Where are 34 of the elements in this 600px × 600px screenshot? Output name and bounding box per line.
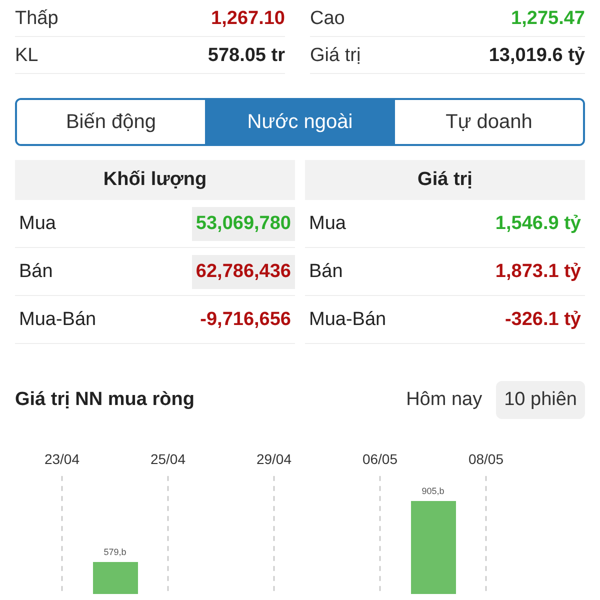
- stat-label: Cao: [310, 8, 345, 30]
- stat-label: KL: [15, 45, 38, 67]
- date-label: 06/05: [362, 451, 398, 467]
- row-label: Mua: [19, 212, 56, 234]
- row-label: Mua-Bán: [19, 308, 96, 330]
- row-value: 53,069,780: [192, 206, 295, 240]
- date-label: 23/04: [44, 451, 80, 467]
- tab[interactable]: Nước ngoài: [205, 100, 394, 144]
- period-toggle[interactable]: 10 phiên: [496, 381, 585, 419]
- date-label: 29/04: [256, 451, 292, 467]
- row-value: 1,873.1 tỷ: [494, 260, 582, 284]
- row-value: 62,786,436: [192, 254, 295, 288]
- date-label: 25/04: [150, 451, 186, 467]
- row-value: 1,546.9 tỷ: [494, 212, 582, 236]
- bar: [93, 562, 138, 594]
- section-title: Giá trị NN mua ròng: [15, 389, 194, 411]
- row-label: Bán: [309, 260, 343, 282]
- table-header: Giá trị: [305, 160, 585, 200]
- bar-value-label: 579,b: [104, 547, 126, 557]
- row-value: -9,716,656: [199, 308, 292, 332]
- stat-label: Giá trị: [310, 45, 361, 67]
- row-value: -326.1 tỷ: [504, 308, 582, 332]
- row-label: Mua-Bán: [309, 308, 386, 330]
- tab[interactable]: Tự doanh: [394, 100, 583, 144]
- date-label: 08/05: [468, 451, 504, 467]
- bar-value-label: 905,b: [422, 486, 444, 496]
- stat-value: 1,267.10: [211, 8, 285, 30]
- row-label: Bán: [19, 260, 53, 282]
- row-label: Mua: [309, 212, 346, 234]
- stat-label: Thấp: [15, 8, 58, 30]
- table-header: Khối lượng: [15, 160, 295, 200]
- stat-value: 1,275.47: [511, 8, 585, 30]
- stat-value: 578.05 tr: [208, 45, 285, 67]
- stat-value: 13,019.6 tỷ: [488, 45, 585, 67]
